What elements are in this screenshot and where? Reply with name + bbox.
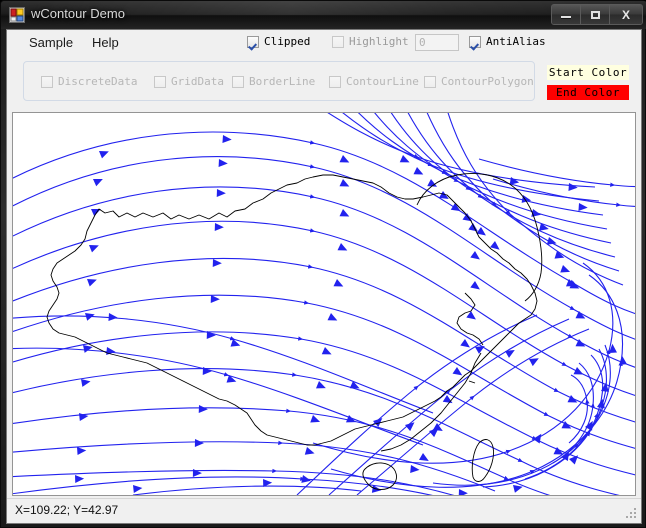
checkbox-contourpolygon-label: ContourPolygon bbox=[441, 75, 534, 88]
checkbox-discretedata-label: DiscreteData bbox=[58, 75, 137, 88]
highlight-value-input[interactable]: 0 bbox=[415, 34, 459, 51]
close-icon: X bbox=[622, 9, 630, 21]
checkbox-contourline-box bbox=[329, 76, 341, 88]
end-color-button[interactable]: End Color bbox=[547, 85, 629, 100]
close-button[interactable]: X bbox=[610, 5, 642, 24]
status-bar: X=109.22; Y=42.97 bbox=[7, 498, 641, 523]
checkbox-griddata-box bbox=[154, 76, 166, 88]
checkbox-contourpolygon-box bbox=[424, 76, 436, 88]
checkbox-contourpolygon[interactable]: ContourPolygon bbox=[424, 75, 534, 88]
status-coordinates: X=109.22; Y=42.97 bbox=[15, 503, 118, 517]
checkbox-highlight-label: Highlight bbox=[349, 35, 409, 48]
menu-and-options-bar: Sample Help Clipped Highlight 0 AntiAlia… bbox=[7, 30, 641, 58]
resize-grip-icon[interactable] bbox=[624, 506, 638, 520]
client-area: Sample Help Clipped Highlight 0 AntiAlia… bbox=[6, 29, 642, 524]
checkbox-clipped[interactable]: Clipped bbox=[247, 35, 310, 48]
maximize-button[interactable] bbox=[581, 5, 610, 24]
checkbox-discretedata[interactable]: DiscreteData bbox=[41, 75, 137, 88]
checkbox-contourline[interactable]: ContourLine bbox=[329, 75, 419, 88]
checkbox-highlight-box bbox=[332, 36, 344, 48]
checkbox-borderline[interactable]: BorderLine bbox=[232, 75, 315, 88]
window-controls: X bbox=[551, 4, 643, 25]
start-color-button[interactable]: Start Color bbox=[547, 65, 629, 80]
checkbox-griddata-label: GridData bbox=[171, 75, 224, 88]
menu-item-help[interactable]: Help bbox=[92, 35, 119, 50]
maximize-icon bbox=[591, 11, 600, 19]
checkbox-antialias-box bbox=[469, 36, 481, 48]
checkbox-griddata[interactable]: GridData bbox=[154, 75, 224, 88]
checkbox-borderline-label: BorderLine bbox=[249, 75, 315, 88]
minimize-button[interactable] bbox=[552, 5, 581, 24]
window-title: wContour Demo bbox=[31, 6, 125, 21]
streamline-canvas[interactable] bbox=[12, 112, 636, 496]
checkbox-clipped-label: Clipped bbox=[264, 35, 310, 48]
title-bar[interactable]: wContour Demo X bbox=[1, 1, 646, 29]
checkbox-antialias[interactable]: AntiAlias bbox=[469, 35, 546, 48]
checkbox-borderline-box bbox=[232, 76, 244, 88]
layer-options-bar: DiscreteData GridData BorderLine Contour… bbox=[7, 57, 641, 111]
layer-group-panel: DiscreteData GridData BorderLine Contour… bbox=[23, 61, 535, 101]
checkbox-discretedata-box bbox=[41, 76, 53, 88]
checkbox-clipped-box bbox=[247, 36, 259, 48]
checkbox-highlight[interactable]: Highlight bbox=[332, 35, 409, 48]
app-window: wContour Demo X Sample Help Clipped bbox=[0, 0, 646, 528]
app-grid-icon bbox=[9, 7, 25, 23]
streamline-plot bbox=[13, 113, 635, 495]
checkbox-contourline-label: ContourLine bbox=[346, 75, 419, 88]
menu-item-sample[interactable]: Sample bbox=[29, 35, 73, 50]
checkbox-antialias-label: AntiAlias bbox=[486, 35, 546, 48]
minimize-icon bbox=[561, 16, 571, 18]
